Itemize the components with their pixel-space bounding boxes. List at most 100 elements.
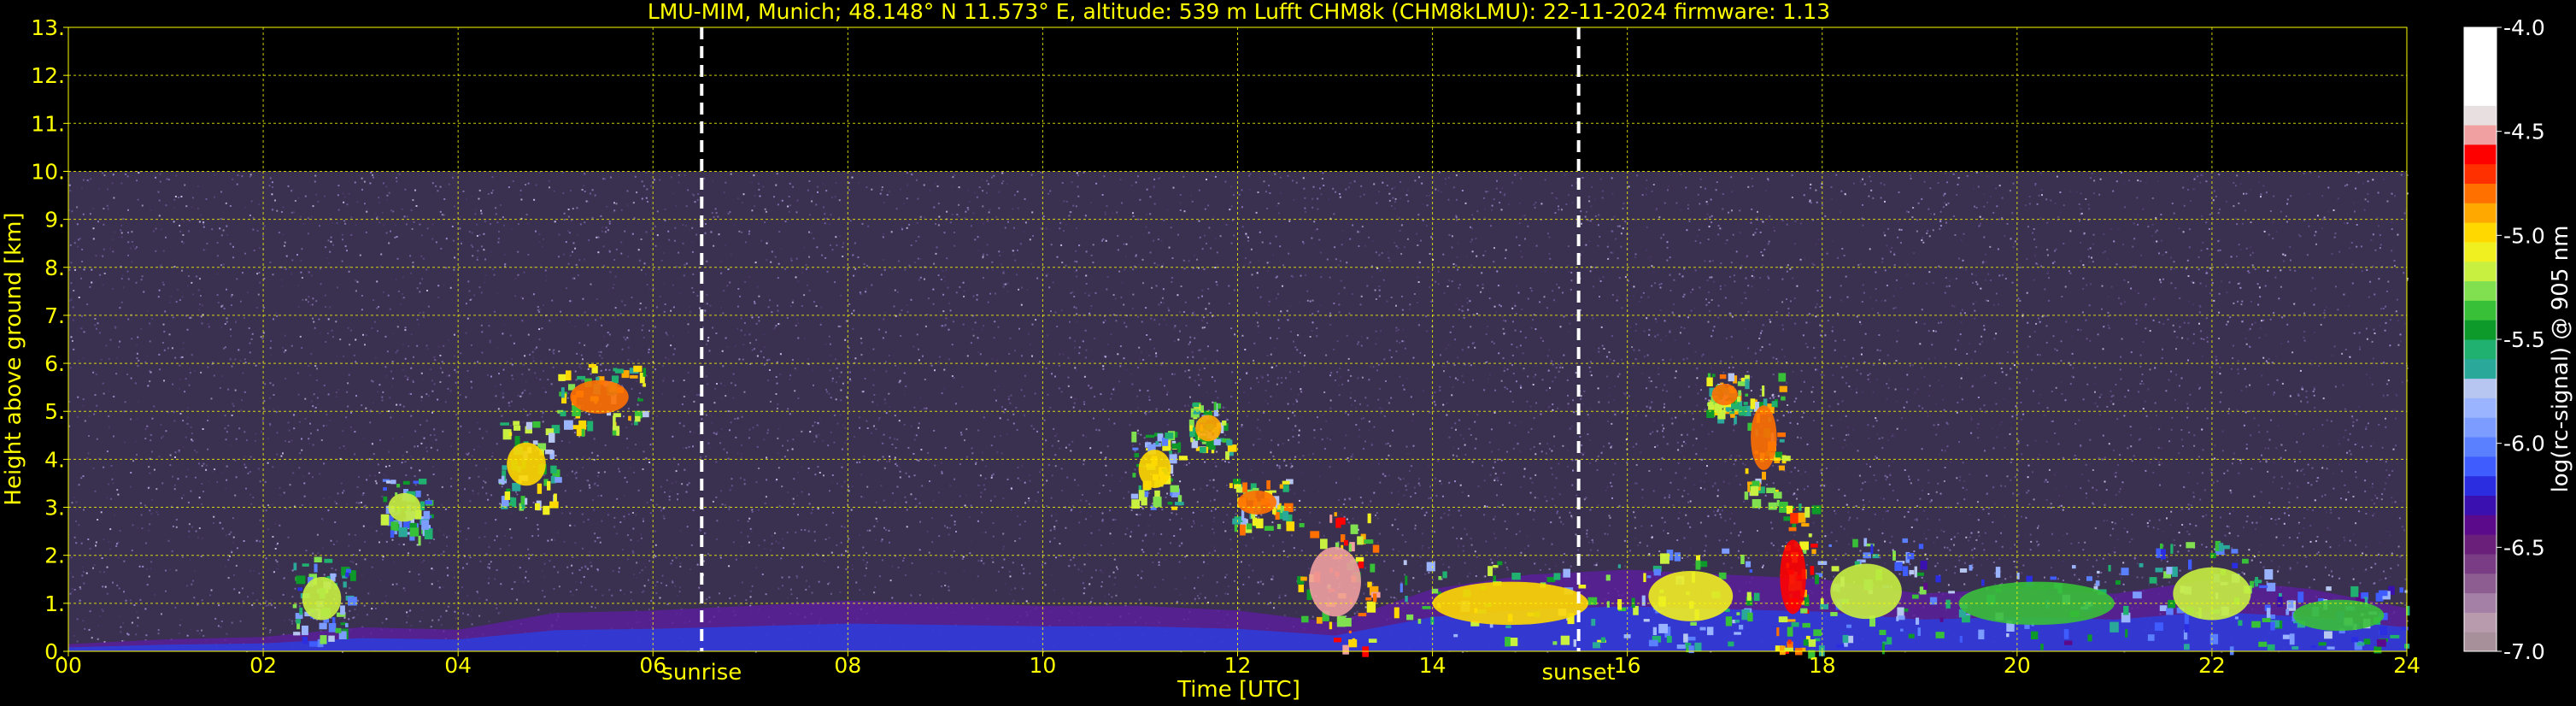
noise-dot bbox=[2133, 557, 2136, 560]
noise-dot bbox=[1513, 302, 1516, 304]
noise-dot bbox=[1534, 207, 1536, 209]
noise-dot bbox=[612, 211, 614, 214]
noise-dot bbox=[663, 377, 666, 379]
noise-dot bbox=[136, 246, 138, 249]
noise-dot bbox=[524, 355, 526, 357]
noise-dot bbox=[1610, 251, 1612, 254]
noise-dot bbox=[2366, 268, 2368, 271]
noise-dot bbox=[2035, 322, 2038, 325]
noise-dot bbox=[2258, 286, 2261, 289]
noise-dot bbox=[1414, 492, 1417, 494]
noise-dot bbox=[123, 639, 126, 642]
noise-dot bbox=[251, 603, 254, 606]
noise-dot bbox=[1137, 524, 1140, 527]
noise-dot bbox=[553, 352, 555, 355]
noise-dot bbox=[366, 614, 368, 616]
noise-dot bbox=[1500, 305, 1502, 308]
noise-dot bbox=[2117, 464, 2119, 466]
noise-dot bbox=[2005, 374, 2008, 376]
noise-dot bbox=[160, 228, 162, 231]
noise-dot bbox=[1795, 397, 1798, 400]
noise-dot bbox=[632, 527, 635, 530]
noise-dot bbox=[666, 479, 668, 481]
noise-dot bbox=[1075, 397, 1077, 400]
noise-dot bbox=[2098, 396, 2101, 398]
noise-dot bbox=[1928, 493, 1930, 495]
noise-dot bbox=[1241, 424, 1243, 427]
noise-dot bbox=[2273, 476, 2275, 479]
noise-dot bbox=[2181, 524, 2184, 526]
noise-dot bbox=[1439, 389, 1441, 391]
noise-dot bbox=[1114, 297, 1117, 300]
noise-dot bbox=[1471, 461, 1474, 463]
noise-dot bbox=[1610, 446, 1612, 449]
noise-dot bbox=[1728, 275, 1731, 278]
noise-dot bbox=[948, 302, 950, 304]
noise-dot bbox=[2163, 568, 2166, 570]
noise-dot bbox=[1350, 374, 1353, 377]
noise-dot bbox=[1899, 242, 1902, 244]
noise-dot bbox=[439, 210, 442, 213]
noise-dot bbox=[1504, 257, 1506, 260]
noise-dot bbox=[310, 400, 313, 403]
noise-dot bbox=[82, 357, 85, 359]
noise-dot bbox=[2080, 192, 2082, 195]
noise-dot bbox=[151, 317, 154, 320]
noise-dot bbox=[1999, 423, 2002, 426]
noise-dot bbox=[966, 355, 969, 357]
noise-dot bbox=[1009, 575, 1012, 578]
noise-dot bbox=[2182, 186, 2185, 189]
noise-dot bbox=[1888, 465, 1890, 468]
noise-dot bbox=[441, 361, 443, 363]
noise-dot bbox=[1141, 549, 1143, 551]
noise-dot bbox=[2384, 488, 2385, 491]
noise-dot bbox=[1124, 321, 1125, 324]
noise-dot bbox=[187, 536, 190, 538]
noise-dot bbox=[1414, 179, 1417, 182]
noise-dot bbox=[301, 504, 303, 506]
noise-dot bbox=[2059, 211, 2062, 214]
noise-dot bbox=[149, 509, 151, 512]
noise-dot bbox=[677, 498, 678, 501]
noise-dot bbox=[474, 213, 477, 215]
noise-dot bbox=[466, 614, 469, 616]
noise-dot bbox=[1535, 365, 1538, 368]
noise-dot bbox=[1213, 498, 1216, 501]
noise-dot bbox=[1687, 203, 1689, 206]
noise-dot bbox=[1946, 181, 1948, 184]
noise-dot bbox=[1158, 561, 1160, 563]
noise-dot bbox=[138, 565, 141, 568]
noise-dot bbox=[1049, 406, 1052, 409]
noise-dot bbox=[2231, 547, 2233, 550]
noise-dot bbox=[905, 385, 907, 388]
noise-dot bbox=[903, 423, 906, 426]
noise-dot bbox=[321, 547, 324, 550]
noise-dot bbox=[1847, 511, 1850, 514]
noise-dot bbox=[549, 186, 550, 189]
noise-dot bbox=[1348, 312, 1351, 315]
noise-dot bbox=[1153, 203, 1156, 205]
noise-dot bbox=[1390, 397, 1393, 399]
noise-dot bbox=[599, 537, 601, 538]
noise-dot bbox=[391, 583, 394, 585]
noise-dot bbox=[706, 303, 708, 305]
noise-dot bbox=[282, 206, 285, 209]
noise-dot bbox=[1563, 354, 1565, 356]
noise-dot bbox=[1396, 340, 1398, 343]
noise-dot bbox=[1244, 349, 1247, 350]
noise-dot bbox=[543, 562, 546, 565]
noise-dot bbox=[1633, 349, 1635, 351]
noise-dot bbox=[2173, 268, 2175, 270]
noise-dot bbox=[150, 209, 152, 212]
noise-dot bbox=[1936, 427, 1939, 429]
noise-dot bbox=[88, 628, 91, 631]
noise-dot bbox=[165, 430, 167, 432]
noise-dot bbox=[1209, 312, 1212, 314]
noise-dot bbox=[2258, 181, 2261, 184]
noise-dot bbox=[2107, 296, 2110, 297]
noise-dot bbox=[2188, 431, 2191, 433]
noise-dot bbox=[73, 290, 75, 291]
noise-dot bbox=[2145, 305, 2147, 308]
noise-dot bbox=[107, 208, 109, 210]
noise-dot bbox=[1760, 251, 1763, 253]
